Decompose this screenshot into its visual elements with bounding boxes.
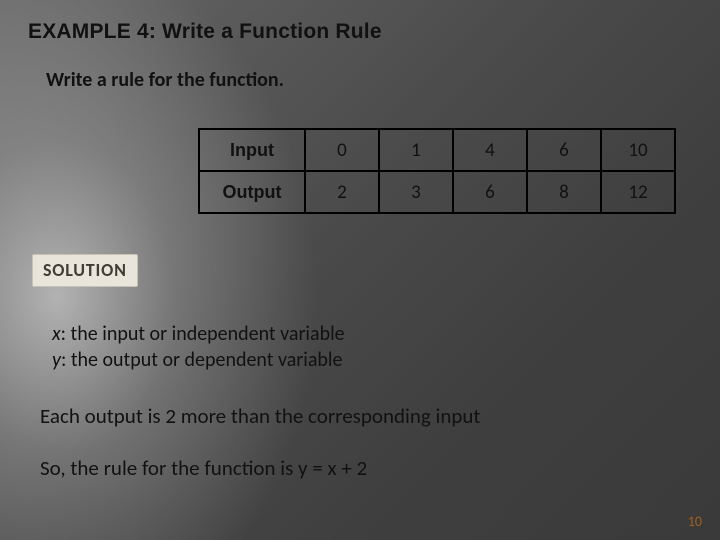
observation-line: Each output is 2 more than the correspon… <box>40 403 692 429</box>
y-var: y <box>52 348 61 372</box>
x-definition: x: the input or independent variable <box>52 321 692 347</box>
cell: 6 <box>527 129 601 171</box>
cell: 8 <box>527 171 601 213</box>
solution-badge: SOLUTION <box>32 254 138 287</box>
cell: 3 <box>379 171 453 213</box>
x-var: x <box>52 322 61 346</box>
y-definition: y: the output or dependent variable <box>52 347 692 373</box>
y-text: : the output or dependent variable <box>61 348 343 372</box>
cell: 4 <box>453 129 527 171</box>
slide: EXAMPLE 4: Write a Function Rule Write a… <box>0 0 720 540</box>
table-row: Output 2 3 6 8 12 <box>199 171 675 213</box>
page-number: 10 <box>688 513 702 530</box>
row-label-input: Input <box>199 129 305 171</box>
problem-prompt: Write a rule for the function. <box>46 68 692 92</box>
slide-title: EXAMPLE 4: Write a Function Rule <box>28 20 692 44</box>
variable-definitions: x: the input or independent variable y: … <box>52 321 692 373</box>
cell: 1 <box>379 129 453 171</box>
row-label-output: Output <box>199 171 305 213</box>
cell: 0 <box>305 129 379 171</box>
x-text: : the input or independent variable <box>61 322 345 346</box>
io-table: Input 0 1 4 6 10 Output 2 3 6 8 12 <box>198 128 676 214</box>
cell: 12 <box>601 171 675 213</box>
rule-line: So, the rule for the function is y = x +… <box>40 455 692 481</box>
cell: 6 <box>453 171 527 213</box>
cell: 2 <box>305 171 379 213</box>
table-row: Input 0 1 4 6 10 <box>199 129 675 171</box>
cell: 10 <box>601 129 675 171</box>
